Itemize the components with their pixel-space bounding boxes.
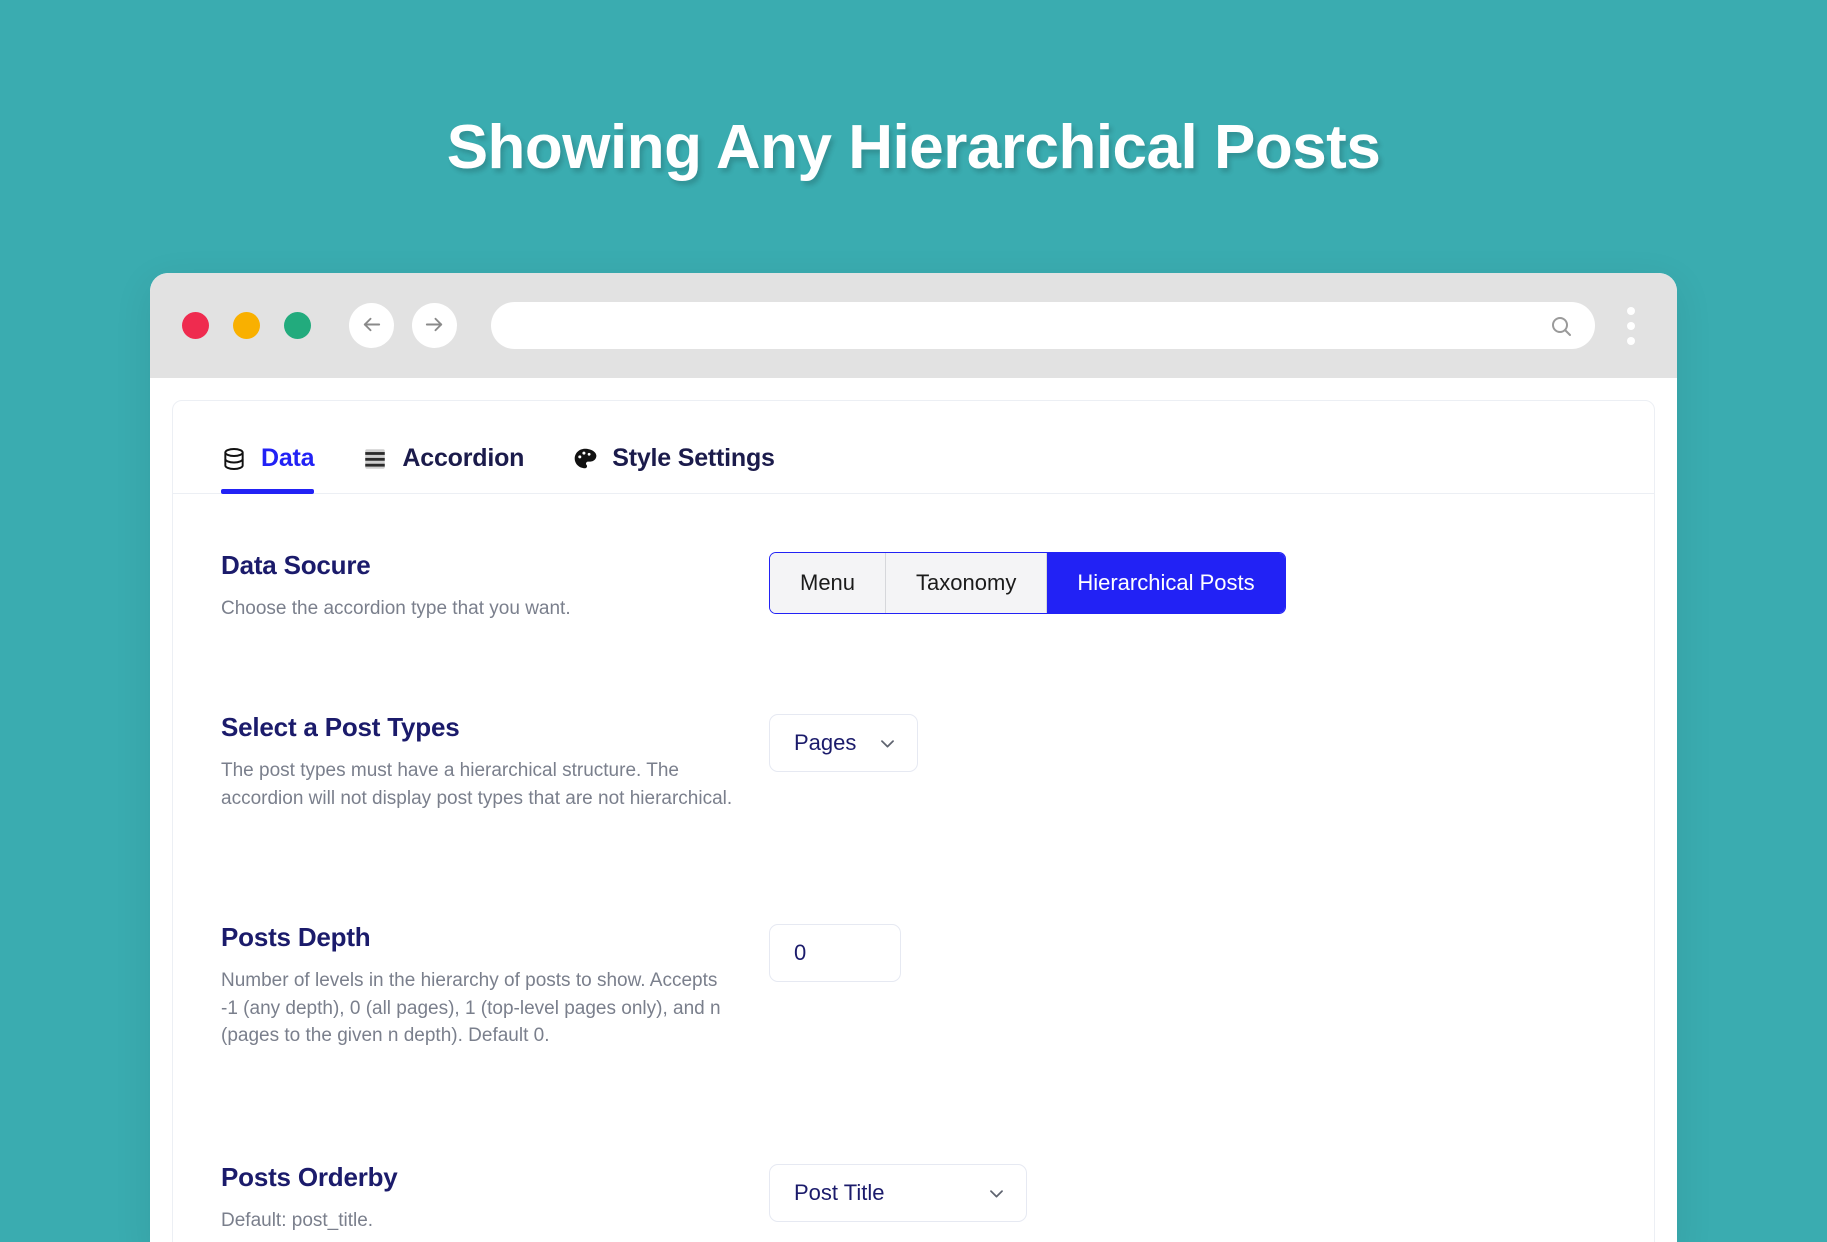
close-window-button[interactable]	[182, 312, 209, 339]
select-value: Pages	[794, 730, 857, 755]
navigation-buttons	[349, 303, 457, 348]
arrow-right-icon	[423, 313, 446, 339]
segment-menu[interactable]: Menu	[770, 553, 887, 613]
address-bar[interactable]	[491, 302, 1595, 349]
posts-depth-input[interactable]	[769, 924, 901, 982]
search-icon[interactable]	[1549, 314, 1573, 338]
setting-control: Post Title	[769, 1162, 1606, 1222]
tab-label: Accordion	[402, 444, 525, 472]
forward-button[interactable]	[412, 303, 457, 348]
palette-icon	[572, 446, 598, 472]
database-icon	[221, 446, 247, 472]
tab-style-settings[interactable]: Style Settings	[572, 444, 775, 493]
setting-description: Choose the accordion type that you want.	[221, 598, 571, 619]
browser-chrome	[150, 273, 1677, 378]
tab-accordion[interactable]: Accordion	[362, 444, 524, 493]
tab-label: Data	[261, 444, 315, 472]
page-body: Data Accordion Style Settings Data Socur…	[150, 378, 1677, 1242]
setting-description: Default: post_title.	[221, 1210, 374, 1231]
accordion-rows-icon	[362, 446, 388, 472]
setting-row: Data Socure Choose the accordion type th…	[221, 550, 1606, 712]
setting-label-group: Posts Depth Number of levels in the hier…	[221, 922, 769, 1050]
setting-description: Number of levels in the hierarchy of pos…	[221, 970, 721, 1047]
settings-panel: Data Accordion Style Settings Data Socur…	[172, 400, 1655, 1242]
tab-label: Style Settings	[612, 444, 775, 472]
setting-title: Posts Depth	[221, 922, 371, 952]
tab-bar: Data Accordion Style Settings	[173, 401, 1654, 494]
setting-row: Select a Post Types The post types must …	[221, 712, 1606, 922]
chevron-down-icon	[878, 734, 897, 753]
settings-list: Data Socure Choose the accordion type th…	[173, 494, 1654, 1235]
post-types-select[interactable]: Pages	[769, 714, 919, 772]
tab-data[interactable]: Data	[221, 444, 315, 494]
setting-control: Menu Taxonomy Hierarchical Posts	[769, 550, 1606, 614]
traffic-lights	[182, 312, 311, 339]
setting-control: Pages	[769, 712, 1606, 772]
data-source-segmented-control: Menu Taxonomy Hierarchical Posts	[769, 552, 1286, 614]
arrow-left-icon	[360, 313, 383, 339]
setting-label-group: Posts Orderby Default: post_title.	[221, 1162, 769, 1235]
setting-row: Posts Depth Number of levels in the hier…	[221, 922, 1606, 1162]
maximize-window-button[interactable]	[284, 312, 311, 339]
setting-title: Select a Post Types	[221, 712, 460, 742]
kebab-menu-icon[interactable]	[1611, 298, 1651, 354]
segment-hierarchical-posts[interactable]: Hierarchical Posts	[1047, 553, 1285, 613]
chevron-down-icon	[987, 1184, 1006, 1203]
back-button[interactable]	[349, 303, 394, 348]
page-title: Showing Any Hierarchical Posts	[446, 113, 1381, 182]
select-value: Post Title	[794, 1180, 885, 1205]
setting-title: Posts Orderby	[221, 1162, 398, 1192]
posts-orderby-select[interactable]: Post Title	[769, 1164, 1027, 1222]
setting-label-group: Select a Post Types The post types must …	[221, 712, 769, 812]
setting-row: Posts Orderby Default: post_title. Post …	[221, 1162, 1606, 1235]
minimize-window-button[interactable]	[233, 312, 260, 339]
segment-taxonomy[interactable]: Taxonomy	[886, 553, 1048, 613]
setting-control	[769, 922, 1606, 982]
setting-title: Data Socure	[221, 550, 371, 580]
address-input[interactable]	[517, 315, 1549, 336]
setting-description: The post types must have a hierarchical …	[221, 760, 733, 809]
setting-label-group: Data Socure Choose the accordion type th…	[221, 550, 769, 623]
browser-window: Data Accordion Style Settings Data Socur…	[150, 273, 1677, 1242]
